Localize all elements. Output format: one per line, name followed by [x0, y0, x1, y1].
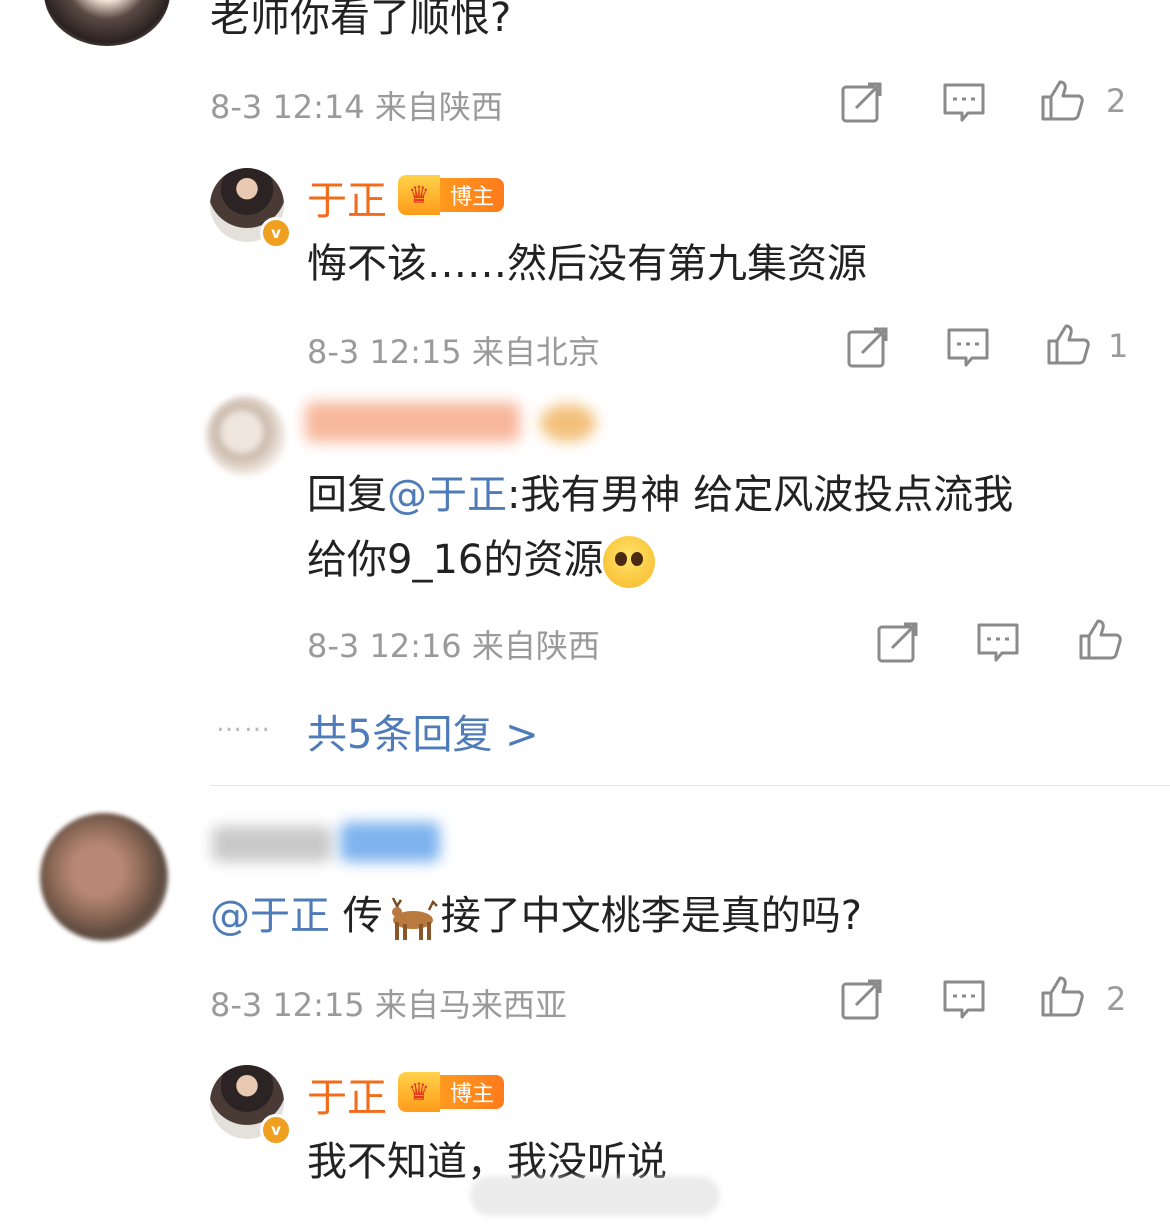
avatar[interactable]	[40, 813, 168, 941]
comment-time: 8-3 12:14	[210, 88, 365, 126]
pleading-emoji	[603, 536, 656, 588]
view-more-replies-link[interactable]: 共5条回复 >	[307, 702, 539, 760]
reply-location: 来自陕西	[471, 627, 600, 665]
like-count: 2	[1106, 82, 1127, 120]
blogger-badge: ♛ 博主	[398, 175, 505, 215]
comment-time: 8-3 12:15	[210, 986, 365, 1024]
reply-prefix: 回复	[307, 472, 387, 518]
like-icon[interactable]	[1040, 974, 1084, 1018]
comment-icon[interactable]	[942, 80, 986, 124]
blurred-badge	[340, 822, 440, 862]
mention-link[interactable]: @于正	[387, 472, 507, 518]
blogger-badge: ♛ 博主	[398, 1072, 505, 1112]
avatar[interactable]	[206, 396, 286, 476]
comment-icon[interactable]	[976, 620, 1020, 664]
reply-body: :我有男神 给定风波投点流我	[507, 472, 1014, 518]
more-dots: ……	[216, 708, 272, 738]
comment-location: 来自马来西亚	[374, 986, 567, 1024]
comment-text: 老师你看了顺恨?	[210, 0, 512, 41]
divider	[210, 785, 1170, 786]
badge-label: 博主	[440, 178, 505, 212]
reply-author-name[interactable]: 于正	[307, 168, 387, 226]
reply-location: 来自北京	[471, 333, 600, 371]
comment-meta: 8-3 12:15 来自马来西亚	[210, 980, 567, 1026]
share-icon[interactable]	[840, 80, 884, 124]
like-count: 1	[1108, 327, 1129, 365]
reply-meta: 8-3 12:16 来自陕西	[307, 621, 600, 667]
comment-icon[interactable]	[946, 325, 990, 369]
like-icon[interactable]	[1078, 617, 1122, 661]
comment-text: @于正 传 接了中文桃李是真的吗?	[210, 884, 862, 948]
verified-icon: v	[260, 1114, 292, 1146]
share-icon[interactable]	[846, 325, 890, 369]
mention-link[interactable]: @于正	[210, 893, 330, 939]
comment-meta: 8-3 12:14 来自陕西	[210, 82, 503, 128]
reply-text-line2: 给你9_16的资源	[307, 528, 656, 592]
comment-icon[interactable]	[942, 977, 986, 1021]
comment-body-start: 传	[342, 893, 383, 939]
watermark	[470, 1176, 720, 1216]
avatar[interactable]	[44, 0, 170, 46]
like-icon[interactable]	[1040, 78, 1084, 122]
reply-meta: 8-3 12:15 来自北京	[307, 327, 600, 373]
reply-body-cont: 给你9_16的资源	[307, 537, 604, 583]
crown-icon: ♛	[398, 175, 440, 215]
blurred-username[interactable]	[305, 402, 520, 442]
share-icon[interactable]	[876, 620, 920, 664]
comment-body-end: 接了中文桃李是真的吗?	[440, 893, 862, 939]
reply-text: 悔不该……然后没有第九集资源	[307, 241, 867, 287]
like-icon[interactable]	[1046, 322, 1090, 366]
badge-label: 博主	[440, 1075, 505, 1109]
verified-icon: v	[260, 217, 292, 249]
crown-icon: ♛	[398, 1072, 440, 1112]
reply-text-line1: 回复@于正:我有男神 给定风波投点流我	[307, 463, 1013, 527]
blurred-badge	[540, 404, 596, 442]
reply-time: 8-3 12:15	[307, 333, 462, 371]
comment-location: 来自陕西	[374, 88, 503, 126]
blurred-username[interactable]	[212, 826, 332, 862]
reply-author-name[interactable]: 于正	[307, 1065, 387, 1123]
deer-emoji	[391, 897, 438, 940]
like-count: 2	[1106, 980, 1127, 1018]
share-icon[interactable]	[840, 977, 884, 1021]
reply-time: 8-3 12:16	[307, 627, 462, 665]
